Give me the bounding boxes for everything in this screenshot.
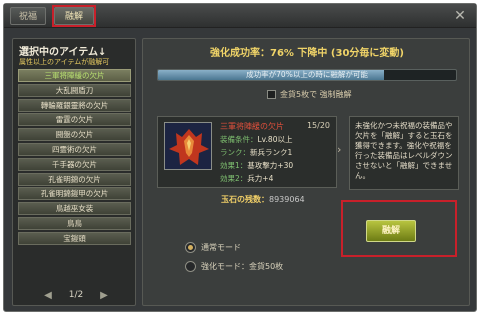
list-item[interactable]: 雷霆の欠片 — [18, 113, 131, 127]
force-fusion-label: 金貨5枚で 強制融解 — [280, 90, 352, 99]
item-count: 15/20 — [306, 121, 330, 130]
selection-title: 選択中のアイテム↓ — [19, 47, 107, 58]
force-fusion-checkbox[interactable] — [267, 90, 276, 99]
fusion-detail-panel: 強化成功率：76% 下降中 (30分毎に変動) 成功率が70%以上の時に融解が可… — [142, 38, 470, 306]
stat-value: Lv.80以上 — [257, 135, 293, 144]
list-item[interactable]: 三軍将陣緩の欠片 — [18, 69, 131, 82]
fusion-window: 祝福 融解 ✕ 選択中のアイテム↓ 属性以上のアイテムが融解可 三軍将陣緩の欠片… — [3, 3, 477, 312]
mode-normal-radio[interactable] — [185, 242, 196, 253]
stat-requirement: 装備条件：Lv.80以上 — [220, 134, 292, 145]
item-list: 三軍将陣緩の欠片 大乱闘盾刀 轉輪羅銀靈將の欠片 雷霆の欠片 闘盤の欠片 四霊術… — [18, 69, 131, 247]
list-item[interactable]: 四霊術の欠片 — [18, 142, 131, 156]
list-item[interactable]: 轉輪羅銀靈將の欠片 — [18, 98, 131, 112]
success-rate-text: 強化成功率：76% 下降中 (30分毎に変動) — [210, 48, 404, 59]
list-item[interactable]: 宝鎧頭 — [18, 231, 131, 245]
item-name: 三軍将陣緩の欠片 — [220, 122, 284, 131]
stat-key: 装備条件： — [220, 135, 258, 144]
tab-highlight-frame — [52, 5, 96, 27]
list-item[interactable]: 大乱闘盾刀 — [18, 83, 131, 97]
chevron-right-icon: › — [337, 143, 342, 156]
gem-balance-label: 玉石の残数： — [221, 195, 269, 204]
selection-subtitle: 属性以上のアイテムが融解可 — [19, 58, 110, 66]
close-icon[interactable]: ✕ — [452, 8, 468, 24]
stat-key: 効果2： — [220, 174, 248, 183]
success-rate-bar: 成功率が70%以上の時に融解が可能 — [157, 69, 457, 81]
success-rate-bar-label: 成功率が70%以上の時に融解が可能 — [246, 70, 368, 79]
selected-item-card: 三軍将陣緩の欠片 15/20 装備条件：Lv.80以上 ランク：新兵ランク1 効… — [157, 116, 337, 188]
tab-blessing[interactable]: 祝福 — [10, 7, 46, 25]
list-item[interactable]: 鳥越巫女装 — [18, 202, 131, 216]
stat-rank: ランク：新兵ランク1 — [220, 147, 292, 158]
prev-page-icon[interactable]: ◀ — [41, 289, 55, 303]
next-page-icon[interactable]: ▶ — [97, 289, 111, 303]
window-titlebar: 祝福 融解 ✕ — [4, 4, 476, 28]
stat-value: 基攻撃力+30 — [247, 161, 294, 170]
fuse-button[interactable]: 融解 — [366, 220, 416, 242]
stat-effect-2: 効果2：兵力+4 — [220, 173, 273, 184]
item-selection-panel: 選択中のアイテム↓ 属性以上のアイテムが融解可 三軍将陣緩の欠片 大乱闘盾刀 轉… — [12, 38, 136, 306]
fusion-description: 未強化かつ未祝福の装備品や欠片を「融解」すると玉石を獲得できます。強化や祝福を行… — [349, 116, 459, 190]
stat-value: 兵力+4 — [247, 174, 274, 183]
armor-icon — [164, 122, 212, 170]
stat-key: 効果1： — [220, 161, 248, 170]
stat-value: 新兵ランク1 — [250, 148, 293, 157]
stat-key: ランク： — [220, 148, 250, 157]
mode-enhanced-label: 強化モード：金貨50枚 — [201, 262, 284, 271]
gem-balance: 玉石の残数：8939064 — [221, 194, 305, 205]
list-item[interactable]: 闘盤の欠片 — [18, 128, 131, 142]
list-item[interactable]: 鳥鳥 — [18, 216, 131, 230]
list-item[interactable]: 孔雀明錦の欠片 — [18, 172, 131, 186]
stat-effect-1: 効果1：基攻撃力+30 — [220, 160, 293, 171]
gem-balance-value: 8939064 — [269, 195, 305, 204]
pager: ◀ 1/2 ▶ — [41, 289, 111, 303]
mode-normal-label: 通常モード — [201, 243, 241, 252]
page-indicator: 1/2 — [68, 290, 84, 300]
list-item[interactable]: 孔雀明錦鎧甲の欠片 — [18, 187, 131, 201]
mode-enhanced-radio[interactable] — [185, 261, 196, 272]
list-item[interactable]: 千手器の欠片 — [18, 157, 131, 171]
